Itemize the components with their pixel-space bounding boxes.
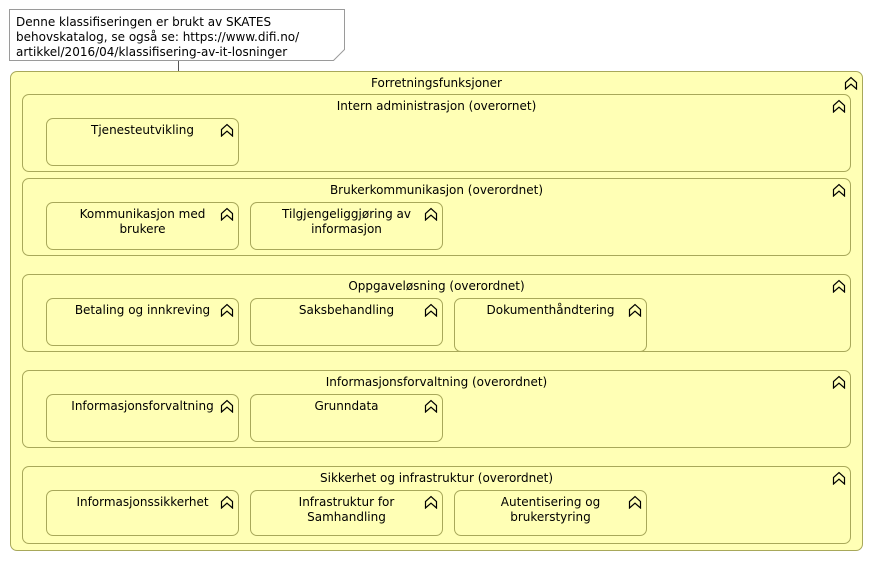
function-box[interactable]: Autentisering og brukerstyring [454, 490, 647, 536]
function-icon [220, 399, 234, 413]
function-icon [424, 495, 438, 509]
function-label-line: Infrastruktur for [298, 495, 395, 509]
function-label: Betaling og innkreving [47, 303, 238, 318]
function-icon [832, 375, 846, 389]
group-title: Oppgaveløsning (overordnet) [348, 279, 525, 293]
note-line: behovskatalog, se også se: https://www.d… [16, 30, 300, 44]
function-label-line: Betaling og innkreving [74, 303, 211, 317]
function-icon [424, 207, 438, 221]
function-label-line: Samhandling [307, 510, 386, 524]
function-icon [628, 303, 642, 317]
function-icon [424, 399, 438, 413]
function-icon [832, 279, 846, 293]
function-label-line: brukere [119, 222, 166, 236]
function-icon [628, 495, 642, 509]
function-icon [424, 303, 438, 317]
function-icon [220, 207, 234, 221]
function-box[interactable]: Kommunikasjon med brukere [46, 202, 239, 250]
function-box[interactable]: Tjenesteutvikling [46, 118, 239, 166]
function-icon [832, 99, 846, 113]
group-title: Intern administrasjon (overornet) [336, 99, 537, 113]
function-label: Kommunikasjon med brukere [47, 207, 238, 237]
function-box[interactable]: Grunndata [250, 394, 443, 442]
group-title: Informasjonsforvaltning (overordnet) [325, 375, 548, 389]
function-box[interactable]: Tilgjengeliggjøring av informasjon [250, 202, 443, 250]
function-label: Infrastruktur for Samhandling [251, 495, 442, 525]
function-label-line: Kommunikasjon med [79, 207, 206, 221]
function-icon [220, 303, 234, 317]
function-label: Dokumenthåndtering [455, 303, 646, 318]
note-line: Denne klassifiseringen er brukt av SKATE… [16, 15, 272, 29]
function-label-line: brukerstyring [510, 510, 591, 524]
function-label-line: Informasjonssikkerhet [76, 495, 209, 509]
function-box[interactable]: Dokumenthåndtering [454, 298, 647, 352]
note-fold-corner [333, 49, 345, 61]
function-box[interactable]: Betaling og innkreving [46, 298, 239, 346]
function-label: Saksbehandling [251, 303, 442, 318]
function-icon [832, 471, 846, 485]
function-label-line: Tjenesteutvikling [91, 123, 194, 137]
function-icon [220, 495, 234, 509]
function-icon [220, 123, 234, 137]
function-label: Tilgjengeliggjøring av informasjon [251, 207, 442, 237]
group-title: Sikkerhet og infrastruktur (overordnet) [320, 471, 553, 485]
function-label-line: informasjon [311, 222, 382, 236]
function-label: Grunndata [251, 399, 442, 414]
note-text: Denne klassifiseringen er brukt av SKATE… [16, 15, 299, 60]
function-label: Informasjonssikkerhet [47, 495, 238, 510]
function-label-line: Autentisering og [500, 495, 601, 509]
function-box[interactable]: Informasjonsforvaltning [46, 394, 239, 442]
function-box[interactable]: Saksbehandling [250, 298, 443, 346]
function-label: Informasjonsforvaltning [47, 399, 238, 414]
function-label: Autentisering og brukerstyring [455, 495, 646, 525]
function-label-line: Dokumenthåndtering [486, 303, 615, 317]
function-label-line: Saksbehandling [298, 303, 395, 317]
note-connector [178, 61, 179, 71]
note-line: artikkel/2016/04/klassifisering-av-it-lo… [16, 45, 288, 59]
function-box[interactable]: Infrastruktur for Samhandling [250, 490, 443, 536]
function-icon [832, 183, 846, 197]
group-title: Brukerkommunikasjon (overordnet) [329, 183, 544, 197]
function-icon [844, 76, 858, 90]
function-label-line: Tilgjengeliggjøring av [282, 207, 411, 221]
function-box[interactable]: Informasjonssikkerhet [46, 490, 239, 536]
function-label-line: Grunndata [314, 399, 379, 413]
function-label: Tjenesteutvikling [47, 123, 238, 138]
root-title: Forretningsfunksjoner [371, 76, 502, 90]
function-label-line: Informasjonsforvaltning [71, 399, 214, 413]
annotation-note[interactable]: Denne klassifiseringen er brukt av SKATE… [9, 9, 345, 61]
